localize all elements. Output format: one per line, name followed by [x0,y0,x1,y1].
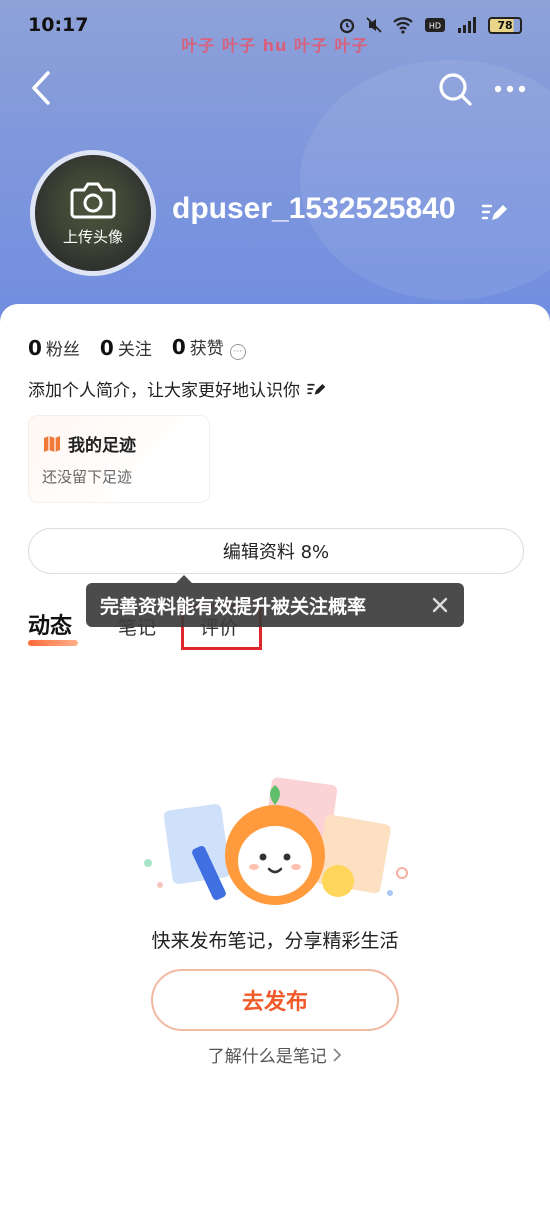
battery-icon: 78 [488,16,522,34]
learn-notes-link[interactable]: 了解什么是笔记 [0,1042,550,1067]
stat-label: 获赞 [189,339,224,359]
stat-count: 0 [99,335,114,360]
bio-placeholder[interactable]: 添加个人简介，让大家更好地认识你 [28,376,326,401]
learn-link-text: 了解什么是笔记 [207,1047,327,1067]
stat-label: 粉丝 [45,339,80,360]
avatar-upload[interactable]: 上传头像 [30,150,156,276]
edit-icon [307,383,326,395]
chevron-left-icon [32,71,50,105]
publish-button[interactable]: 去发布 [151,969,399,1031]
search-button[interactable] [436,70,474,108]
profile-tip-tooltip: 完善资料能有效提升被关注概率 [86,575,464,627]
active-tab-indicator [28,640,78,646]
empty-state-message: 快来发布笔记，分享精彩生活 [151,930,399,952]
stat-label: 关注 [117,339,152,360]
username: dpuser_1532525840 [172,192,456,225]
tooltip-text: 完善资料能有效提升被关注概率 [100,595,367,618]
svg-text:HD: HD [429,22,441,31]
map-icon [44,435,60,452]
edit-profile-button[interactable]: 编辑资料 8% [28,528,524,574]
more-info-icon[interactable]: ··· [229,344,246,360]
avatar-label: 上传头像 [62,227,123,246]
watermark-text: 叶子 叶子 hu 叶子 叶子 [181,36,369,55]
search-icon [439,73,472,106]
bio-text: 添加个人简介，让大家更好地认识你 [28,381,300,401]
chevron-right-icon [333,1048,342,1062]
more-icon [494,85,526,93]
stat-following[interactable]: 0 关注 [100,335,152,360]
empty-state-illustration [144,777,408,905]
footprint-title: 我的足迹 [68,436,136,456]
tab-label: 动态 [28,614,73,639]
footprint-subtitle: 还没留下足迹 [42,468,133,486]
edit-icon[interactable] [480,198,508,226]
footprint-card[interactable]: 我的足迹 还没留下足迹 [28,415,210,503]
stat-count: 0 [28,335,42,360]
stat-count: 0 [171,335,186,359]
close-icon[interactable] [428,593,452,617]
stat-fans[interactable]: 0 粉丝 [28,335,80,360]
stats-row: 0 粉丝 0 关注 0 获赞 ··· [28,334,246,360]
avatar-overlay: 上传头像 [35,155,151,271]
camera-icon [70,182,116,218]
hd-icon: HD [425,18,445,32]
footprint-title-row: 我的足迹 [42,431,196,456]
more-button[interactable] [492,72,528,106]
back-button[interactable] [24,68,58,108]
stat-likes[interactable]: 0 获赞 ··· [172,334,246,360]
